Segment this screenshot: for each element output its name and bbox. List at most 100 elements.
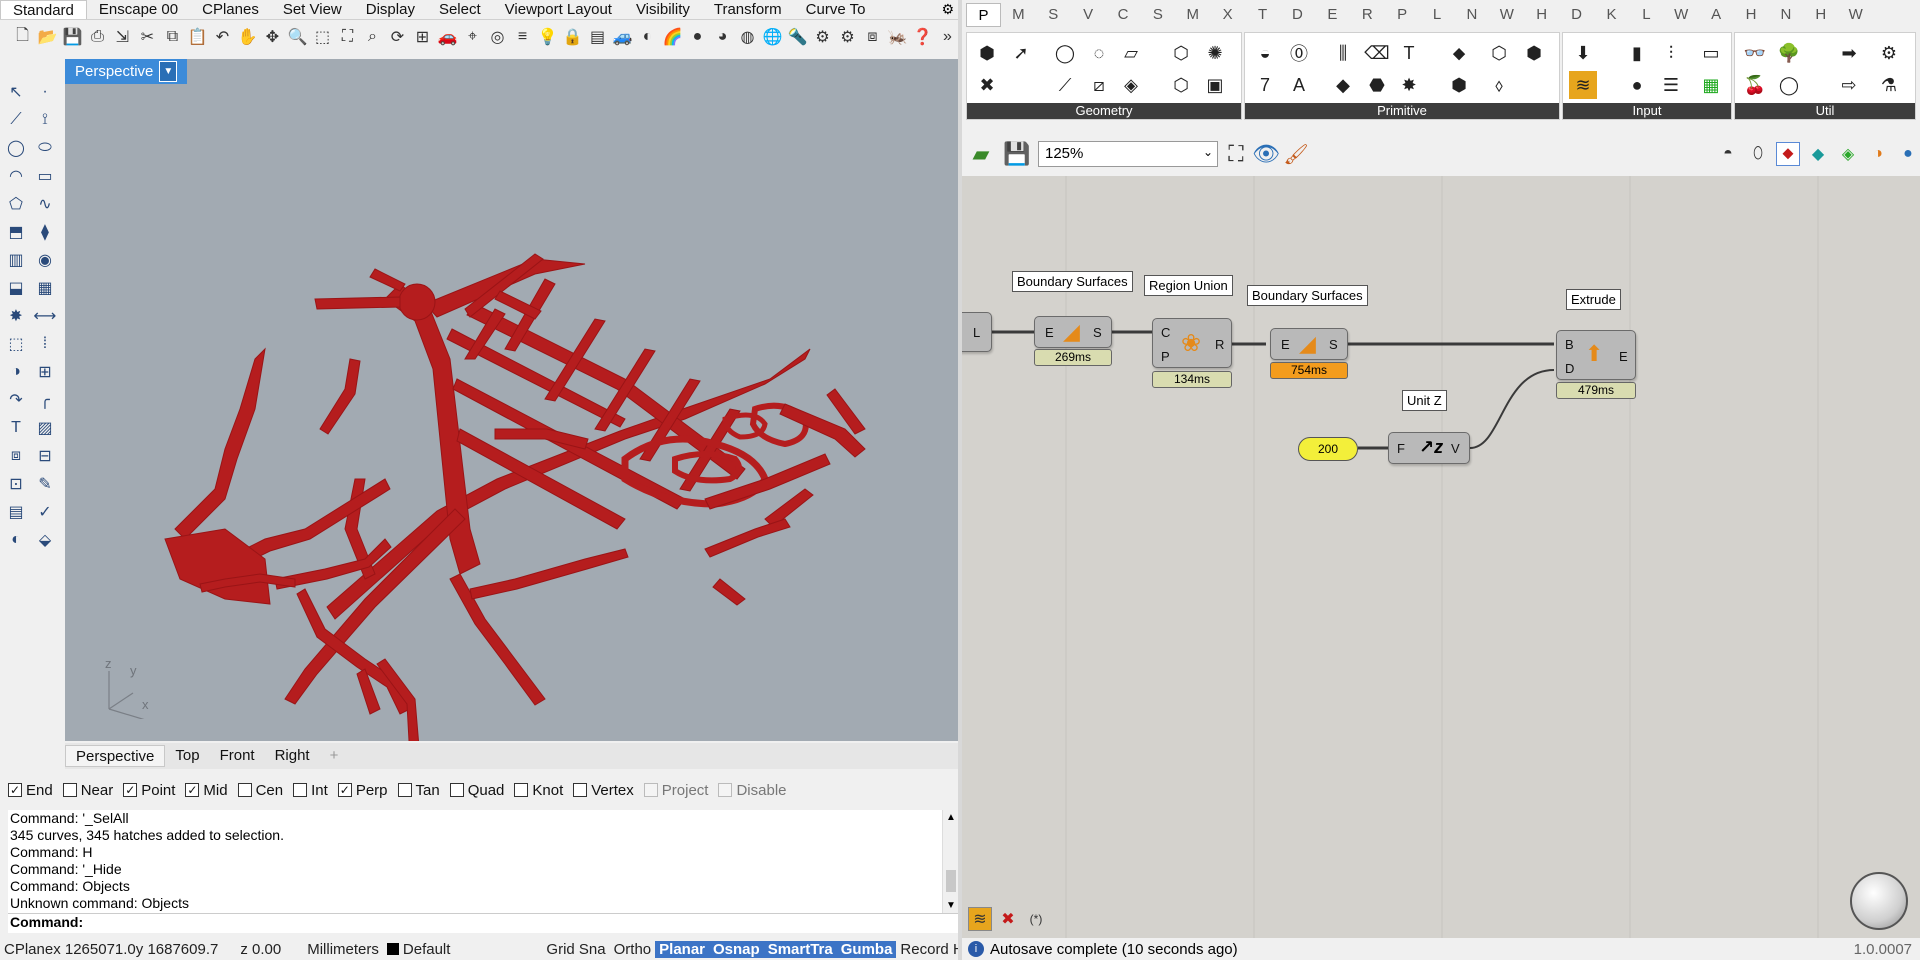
circle-icon[interactable]: ◯ bbox=[4, 136, 28, 160]
gh-tab-0[interactable]: P bbox=[966, 3, 1001, 27]
mesh-icon[interactable]: ▦ bbox=[33, 276, 57, 300]
light-icon[interactable]: 🔦 bbox=[787, 25, 808, 49]
select-arrow-icon[interactable]: ↖ bbox=[4, 80, 28, 104]
osnap-disable[interactable]: Disable bbox=[718, 782, 787, 799]
extrude-icon[interactable]: ⬓ bbox=[4, 276, 28, 300]
rhino-tab-display[interactable]: Display bbox=[354, 0, 427, 19]
brep-param-icon[interactable]: ⬡ bbox=[1167, 39, 1195, 67]
layout-icon[interactable]: ▤ bbox=[4, 500, 28, 524]
point-icon[interactable]: · bbox=[33, 80, 57, 104]
surface-param-icon[interactable]: ▱ bbox=[1117, 39, 1145, 67]
sphere-icon[interactable]: ◉ bbox=[33, 248, 57, 272]
group-icon[interactable]: ⊞ bbox=[33, 360, 57, 384]
ellipse-icon[interactable]: ⬭ bbox=[33, 136, 57, 160]
osnap-checkbox[interactable]: ✓ bbox=[337, 783, 352, 797]
gh-tab-8[interactable]: T bbox=[1245, 3, 1280, 27]
ghosted-sphere-icon[interactable]: ◍ bbox=[737, 25, 758, 49]
osnap-quad[interactable]: Quad bbox=[449, 782, 504, 799]
status-toggle-record-histo[interactable]: Record Histo bbox=[896, 941, 958, 958]
osnap-checkbox[interactable] bbox=[573, 783, 588, 797]
gh-tab-6[interactable]: M bbox=[1175, 3, 1210, 27]
domain-param-icon[interactable]: ⫼ bbox=[1329, 39, 1357, 67]
region-union-component[interactable]: C P ❀ R bbox=[1152, 318, 1232, 368]
osnap-checkbox[interactable] bbox=[643, 783, 658, 797]
control-curve-icon[interactable]: ⟟ bbox=[33, 108, 57, 132]
polygon-icon[interactable]: ⬠ bbox=[4, 192, 28, 216]
gh-tab-7[interactable]: X bbox=[1210, 3, 1245, 27]
gh-tab-4[interactable]: C bbox=[1106, 3, 1141, 27]
osnap-checkbox[interactable] bbox=[397, 783, 412, 797]
osnap-checkbox[interactable] bbox=[514, 783, 529, 797]
viewport-tab-perspective[interactable]: Perspective bbox=[65, 745, 166, 767]
gh-tab-23[interactable]: N bbox=[1768, 3, 1803, 27]
zoom-selected-icon[interactable]: ⌕ bbox=[362, 25, 383, 49]
string-param-icon[interactable]: A bbox=[1285, 71, 1313, 99]
target-icon[interactable]: ◎ bbox=[487, 25, 508, 49]
osnap-checkbox[interactable] bbox=[718, 783, 733, 797]
zoom-select[interactable]: 125% ⌄ bbox=[1038, 141, 1218, 167]
viewport-tab-right[interactable]: Right bbox=[265, 745, 320, 767]
help-icon[interactable]: ❓ bbox=[912, 25, 933, 49]
check-icon[interactable]: ✓ bbox=[33, 500, 57, 524]
curve-tools-icon[interactable]: ↷ bbox=[4, 388, 28, 412]
free-curve-icon[interactable]: ∿ bbox=[33, 192, 57, 216]
cherries-icon[interactable]: 🍒 bbox=[1741, 71, 1769, 99]
preview-mode-none-icon[interactable]: ◓ bbox=[1716, 142, 1740, 166]
osnap-perp[interactable]: ✓ Perp bbox=[337, 782, 388, 799]
import-param-icon[interactable]: ⬇ bbox=[1569, 39, 1597, 67]
gears-icon[interactable]: ⚙ bbox=[1875, 39, 1903, 67]
shader-param-icon[interactable]: ✸ bbox=[1395, 71, 1423, 99]
panel-icon[interactable]: ☰ bbox=[1657, 71, 1685, 99]
zoom-extents-icon[interactable]: ⛶ bbox=[337, 25, 358, 49]
new-file-icon[interactable]: 🗋 bbox=[12, 25, 33, 49]
osnap-end[interactable]: ✓ End bbox=[8, 782, 53, 799]
vector-param-icon[interactable]: ➚ bbox=[1007, 39, 1035, 67]
transform-param-icon[interactable]: ⬨ bbox=[1485, 71, 1513, 99]
sketch-icon[interactable]: ≋ bbox=[1569, 71, 1597, 99]
osnap-tan[interactable]: Tan bbox=[397, 782, 440, 799]
lock-icon[interactable]: 🔒 bbox=[562, 25, 583, 49]
preview-mesh-icon[interactable]: ◈ bbox=[1836, 142, 1860, 166]
flask-icon[interactable]: ⚗ bbox=[1875, 71, 1903, 99]
file-param-icon[interactable]: ⬣ bbox=[1363, 71, 1391, 99]
hatch-icon[interactable]: ▨ bbox=[33, 416, 57, 440]
zoom-window-icon[interactable]: ⬚ bbox=[312, 25, 333, 49]
gh-tab-15[interactable]: W bbox=[1489, 3, 1524, 27]
move-icon[interactable]: ✥ bbox=[262, 25, 283, 49]
panel-gear-icon[interactable]: ⚙ bbox=[941, 1, 958, 18]
paint-icon[interactable]: ⬙ bbox=[33, 528, 57, 552]
disable-solver-icon[interactable]: ✖ bbox=[996, 907, 1020, 931]
status-toggle-ortho[interactable]: Ortho bbox=[610, 941, 656, 958]
osnap-project[interactable]: Project bbox=[643, 782, 708, 799]
properties-icon[interactable]: ▤ bbox=[587, 25, 608, 49]
button-icon[interactable]: ● bbox=[1623, 71, 1651, 99]
number-value-param[interactable]: 200 bbox=[1298, 437, 1358, 461]
scroll-up-icon[interactable]: ▲ bbox=[946, 812, 956, 823]
osnap-point[interactable]: ✓ Point bbox=[123, 782, 175, 799]
gh-tab-20[interactable]: W bbox=[1664, 3, 1699, 27]
preview-selected-icon[interactable]: ◆ bbox=[1806, 142, 1830, 166]
layer-indicator[interactable]: Default bbox=[383, 941, 455, 958]
number-param-icon[interactable]: 7 bbox=[1251, 71, 1279, 99]
remote-control-icon[interactable]: (*) bbox=[1024, 907, 1048, 931]
group-param-icon[interactable]: ▣ bbox=[1201, 71, 1229, 99]
gh-tab-22[interactable]: H bbox=[1734, 3, 1769, 27]
rhino-tab-standard[interactable]: Standard bbox=[0, 0, 87, 19]
render-sphere-icon[interactable]: ◕ bbox=[712, 25, 733, 49]
osnap-checkbox[interactable]: ✓ bbox=[123, 783, 138, 797]
boundary-surfaces-1-component[interactable]: E ◢ S bbox=[1034, 316, 1112, 348]
status-toggle-smarttra[interactable]: SmartTra bbox=[763, 940, 837, 958]
gh-tab-1[interactable]: M bbox=[1001, 3, 1036, 27]
osnap-near[interactable]: Near bbox=[62, 782, 113, 799]
osnap-cen[interactable]: Cen bbox=[237, 782, 283, 799]
matrix-input-icon[interactable]: ▦ bbox=[1697, 71, 1725, 99]
zoom-extents-icon[interactable]: ⛶ bbox=[1224, 141, 1248, 166]
arc-icon[interactable]: ◠ bbox=[4, 164, 28, 188]
rhino-tab-cplanes[interactable]: CPlanes bbox=[190, 0, 271, 19]
gh-canvas[interactable]: L Boundary Surfaces E ◢ S 269ms Region U… bbox=[962, 176, 1920, 938]
preview-shaded-icon[interactable]: ⬥ bbox=[1776, 142, 1800, 166]
grasshopper-icon[interactable]: 🦗 bbox=[887, 25, 908, 49]
matrix-param-icon[interactable]: ⬥ bbox=[1445, 39, 1473, 67]
rhino-tab-curve-to[interactable]: Curve To bbox=[794, 0, 878, 19]
cut-icon[interactable]: ✂ bbox=[137, 25, 158, 49]
